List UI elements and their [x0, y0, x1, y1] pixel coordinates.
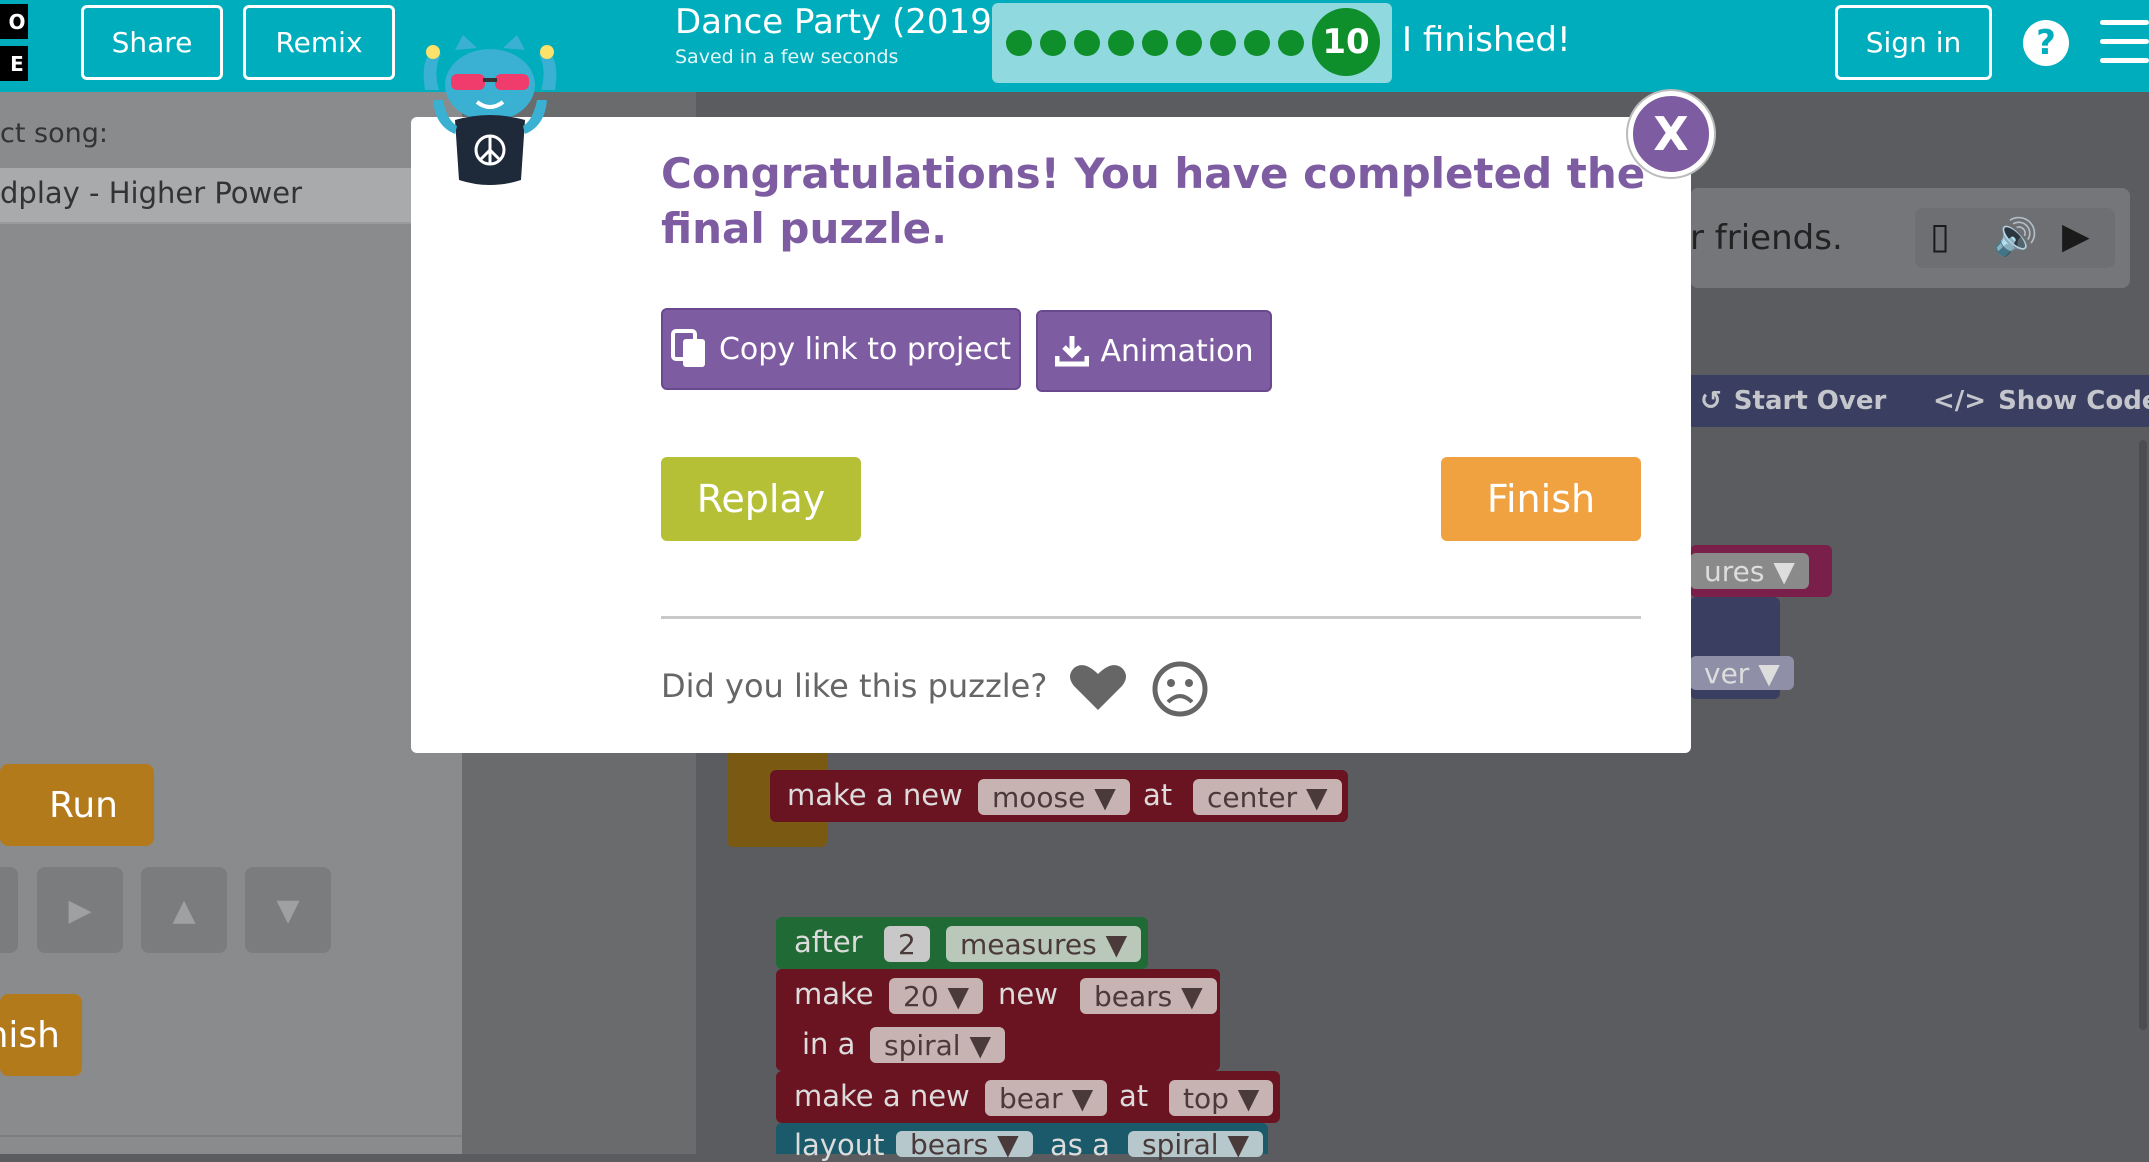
undo-icon: ↺ [1700, 386, 1722, 416]
block-slot[interactable]: ver ▼ [1690, 656, 1794, 690]
sad-face-icon[interactable] [1151, 660, 1209, 718]
close-dialog-button[interactable]: X [1628, 91, 1714, 177]
start-over-label: Start Over [1733, 386, 1887, 416]
block-text: make a new [794, 1079, 970, 1113]
location-dropdown[interactable]: top ▼ [1169, 1080, 1274, 1116]
arrow-down-icon[interactable]: ▼ [245, 867, 331, 953]
measures-dropdown[interactable]: measures ▼ [946, 926, 1142, 962]
block-text: make [794, 977, 874, 1011]
start-over-button[interactable]: ↺ Start Over [1700, 375, 1886, 427]
dialog-title: Congratulations! You have completed the … [661, 149, 1646, 253]
copy-link-button[interactable]: Copy link to project [661, 308, 1021, 390]
play-audio-icon[interactable]: ▶ [2062, 216, 2090, 257]
panel-divider [0, 1135, 462, 1137]
block-text: after [794, 925, 863, 959]
logo-bottom[interactable]: E [0, 46, 28, 81]
saved-status: Saved in a few seconds [675, 46, 899, 68]
block-slot[interactable]: ures ▼ [1690, 553, 1809, 589]
progress-dot[interactable] [1142, 30, 1168, 56]
share-button[interactable]: Share [81, 5, 223, 80]
location-dropdown[interactable]: center ▼ [1193, 779, 1342, 815]
logo-top[interactable]: O [0, 4, 28, 39]
download-animation-button[interactable]: Animation [1036, 310, 1272, 392]
copy-link-label: Copy link to project [718, 331, 1011, 367]
copy-icon [670, 329, 705, 367]
dialog-divider [661, 616, 1641, 619]
block-text: as a [1050, 1128, 1110, 1162]
help-icon[interactable]: ? [2023, 20, 2069, 66]
instructions-text: r friends. [1690, 218, 1843, 258]
block-text: new [998, 977, 1058, 1011]
remix-button[interactable]: Remix [243, 5, 395, 80]
finish-button[interactable]: Finish [1441, 457, 1641, 541]
progress-dot[interactable] [1074, 30, 1100, 56]
i-finished-link[interactable]: I finished! [1402, 20, 1571, 60]
block-text: layout [794, 1128, 885, 1162]
animation-label: Animation [1100, 333, 1254, 369]
workspace-scrollbar[interactable] [2139, 440, 2147, 1030]
show-code-button[interactable]: </> Show Code [1933, 375, 2149, 427]
run-button[interactable]: Run [0, 764, 154, 846]
feedback-question: Did you like this puzzle? [661, 667, 1048, 705]
select-song-label: ct song: [0, 118, 108, 149]
project-title[interactable]: Dance Party (2019) [675, 2, 1005, 42]
song-dropdown-value: dplay - Higher Power [0, 176, 303, 210]
speaker-icon[interactable]: 🔊 [1993, 216, 2038, 258]
dancing-cat-mascot [423, 35, 557, 185]
block-text: make a new [787, 778, 963, 812]
replay-button[interactable]: Replay [661, 457, 861, 541]
group-dropdown[interactable]: bears ▼ [896, 1128, 1033, 1161]
block-text: at [1119, 1079, 1149, 1113]
progress-current-level[interactable]: 10 [1312, 8, 1380, 76]
costume-dropdown[interactable]: bears ▼ [1080, 978, 1217, 1014]
arrow-up-icon[interactable]: ▲ [141, 867, 227, 953]
download-icon [1054, 336, 1089, 367]
layout-dropdown[interactable]: spiral ▼ [1128, 1128, 1264, 1161]
finish-button-background[interactable]: nish [0, 994, 82, 1076]
step-button-partial[interactable] [0, 867, 18, 953]
progress-dot[interactable] [1278, 30, 1304, 56]
show-code-label: Show Code [1998, 386, 2149, 416]
hamburger-menu-icon[interactable] [2100, 20, 2149, 66]
block-text: at [1143, 778, 1173, 812]
number-dropdown[interactable]: 20 ▼ [889, 978, 984, 1014]
costume-dropdown[interactable]: moose ▼ [978, 779, 1130, 815]
progress-dot[interactable] [1006, 30, 1032, 56]
sign-in-button[interactable]: Sign in [1835, 5, 1992, 80]
layout-dropdown[interactable]: spiral ▼ [870, 1027, 1006, 1063]
progress-dot[interactable] [1108, 30, 1134, 56]
costume-dropdown[interactable]: bear ▼ [985, 1080, 1108, 1116]
heart-icon[interactable] [1069, 662, 1127, 712]
progress-dot[interactable] [1040, 30, 1066, 56]
progress-dot[interactable] [1176, 30, 1202, 56]
play-icon[interactable]: ▶ [37, 867, 123, 953]
block-text: in a [802, 1027, 856, 1061]
progress-dot[interactable] [1244, 30, 1270, 56]
code-icon: </> [1933, 386, 1987, 416]
number-input[interactable]: 2 [884, 926, 930, 962]
progress-dot[interactable] [1210, 30, 1236, 56]
dictionary-icon[interactable]: ▯ [1930, 216, 1950, 257]
